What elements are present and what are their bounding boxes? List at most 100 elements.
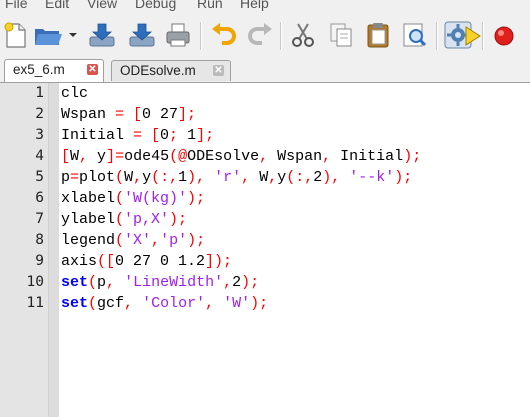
- code-token-plain: ylabel: [61, 211, 116, 228]
- code-line[interactable]: ylabel('p,X');: [61, 209, 187, 230]
- code-token-plain: Wspan: [61, 106, 116, 123]
- import-button[interactable]: [86, 19, 118, 51]
- code-line[interactable]: set(gcf, 'Color', 'W');: [61, 293, 268, 314]
- code-token-string: 'LineWidth': [124, 274, 224, 291]
- code-token-plain: ode45: [124, 148, 170, 165]
- code-line[interactable]: xlabel('W(kg)');: [61, 188, 205, 209]
- code-token-plain: Wspan: [277, 148, 323, 165]
- code-token-operator: ];: [178, 106, 197, 123]
- code-token-operator: );: [187, 232, 206, 249]
- line-number: 5: [35, 169, 44, 185]
- toolbar-separator: [482, 22, 484, 50]
- export-button[interactable]: [126, 19, 158, 51]
- code-token-plain: 2: [313, 169, 323, 186]
- code-token-plain: y: [277, 169, 287, 186]
- code-editor[interactable]: 1 2 3 4 5 6 7 8 9 10 11 clc Wspan = [0 27]; Initial …: [0, 83, 530, 417]
- new-file-icon: [4, 22, 26, 48]
- code-token-operator: (: [115, 169, 125, 186]
- code-token-operator: ),: [187, 169, 215, 186]
- code-token-operator: ,: [322, 148, 341, 165]
- tab-odesolve[interactable]: ODEsolve.m ✕: [111, 60, 231, 81]
- code-token-plain: plot: [79, 169, 116, 186]
- code-token-operator: ]=: [106, 148, 125, 165]
- code-token-operator: ,: [124, 295, 143, 312]
- open-folder-icon: [35, 29, 62, 45]
- code-line[interactable]: legend('X','p');: [61, 230, 205, 251]
- toolbar-separator: [280, 22, 282, 50]
- line-number: 3: [35, 127, 44, 143]
- line-number: 4: [35, 148, 44, 164]
- menu-help[interactable]: Help: [240, 0, 269, 11]
- print-button[interactable]: [162, 19, 194, 51]
- line-number-gutter: 1 2 3 4 5 6 7 8 9 10 11: [0, 83, 48, 417]
- code-line[interactable]: Wspan = [0 27];: [61, 104, 196, 125]
- code-token-string: 'Color': [142, 295, 206, 312]
- code-token-operator: ,: [106, 274, 125, 291]
- undo-button[interactable]: [208, 19, 240, 51]
- code-token-operator: ;: [169, 127, 188, 144]
- code-token-plain: 0 27 0 1.2: [115, 253, 206, 270]
- code-token-plain: p: [97, 274, 107, 291]
- menu-edit[interactable]: Edit: [45, 0, 69, 11]
- menu-debug[interactable]: Debug: [135, 0, 176, 11]
- code-token-plain: p: [61, 169, 71, 186]
- line-number: 6: [35, 190, 44, 206]
- open-dropdown-button[interactable]: [64, 19, 82, 51]
- menu-bar: File Edit View Debug Run Help: [0, 0, 530, 14]
- open-button[interactable]: [32, 19, 64, 51]
- code-token-operator: (: [115, 232, 125, 249]
- tab-close-icon[interactable]: ✕: [213, 65, 224, 76]
- line-number: 9: [35, 253, 44, 269]
- paste-icon: [367, 23, 389, 48]
- tab-label: ODEsolve.m: [120, 63, 196, 78]
- menu-file[interactable]: File: [5, 0, 28, 11]
- find-button[interactable]: [398, 19, 430, 51]
- code-token-string: 'p,X': [124, 211, 170, 228]
- code-token-plain: W: [124, 169, 134, 186]
- code-line[interactable]: axis([0 27 0 1.2]);: [61, 251, 232, 272]
- code-token-operator: ,: [223, 274, 233, 291]
- copy-button[interactable]: [325, 19, 357, 51]
- code-token-plain: Initial: [61, 127, 134, 144]
- code-line[interactable]: set(p, 'LineWidth',2);: [61, 272, 259, 293]
- code-token-operator: (:,: [286, 169, 314, 186]
- code-token-operator: ,: [133, 169, 143, 186]
- paste-button[interactable]: [362, 19, 394, 51]
- cut-icon: [292, 23, 314, 47]
- code-line[interactable]: p=plot(W,y(:,1), 'r', W,y(:,2), '--k');: [61, 167, 412, 188]
- code-token-operator: = [: [133, 127, 161, 144]
- code-token-plain: axis: [61, 253, 98, 270]
- code-token-plain: 2: [232, 274, 242, 291]
- tab-ex5-6[interactable]: ex5_6.m ✕: [4, 59, 104, 82]
- code-token-plain: y: [142, 169, 152, 186]
- cut-button[interactable]: [287, 19, 319, 51]
- tab-close-icon[interactable]: ✕: [87, 64, 98, 75]
- code-token-string: 'W(kg)': [124, 190, 188, 207]
- code-token-operator: ),: [322, 169, 350, 186]
- menu-run[interactable]: Run: [197, 0, 223, 11]
- record-button[interactable]: [488, 19, 520, 51]
- new-file-button[interactable]: [0, 19, 32, 51]
- code-token-plain: xlabel: [61, 190, 116, 207]
- code-token-operator: =: [70, 169, 80, 186]
- code-token-operator: (:,: [151, 169, 179, 186]
- code-token-plain: 1: [187, 127, 197, 144]
- redo-button[interactable]: [244, 19, 276, 51]
- code-line[interactable]: [W, y]=ode45(@ODEsolve, Wspan, Initial);: [61, 146, 421, 167]
- dropdown-arrow-icon: [69, 33, 77, 37]
- code-line[interactable]: Initial = [0; 1];: [61, 125, 214, 146]
- line-number: 7: [35, 211, 44, 227]
- line-number: 1: [35, 85, 44, 101]
- code-line[interactable]: clc: [61, 83, 88, 104]
- menu-view[interactable]: View: [87, 0, 117, 11]
- print-icon: [166, 23, 190, 47]
- code-token-operator: );: [169, 211, 188, 228]
- code-token-plain: Initial: [340, 148, 404, 165]
- code-token-plain: 0: [160, 127, 170, 144]
- run-button[interactable]: [449, 19, 481, 51]
- code-token-operator: ,: [259, 148, 278, 165]
- code-token-plain: W: [70, 148, 80, 165]
- code-token-operator: );: [403, 148, 422, 165]
- code-token-plain: clc: [61, 85, 89, 102]
- code-token-operator: );: [187, 190, 206, 207]
